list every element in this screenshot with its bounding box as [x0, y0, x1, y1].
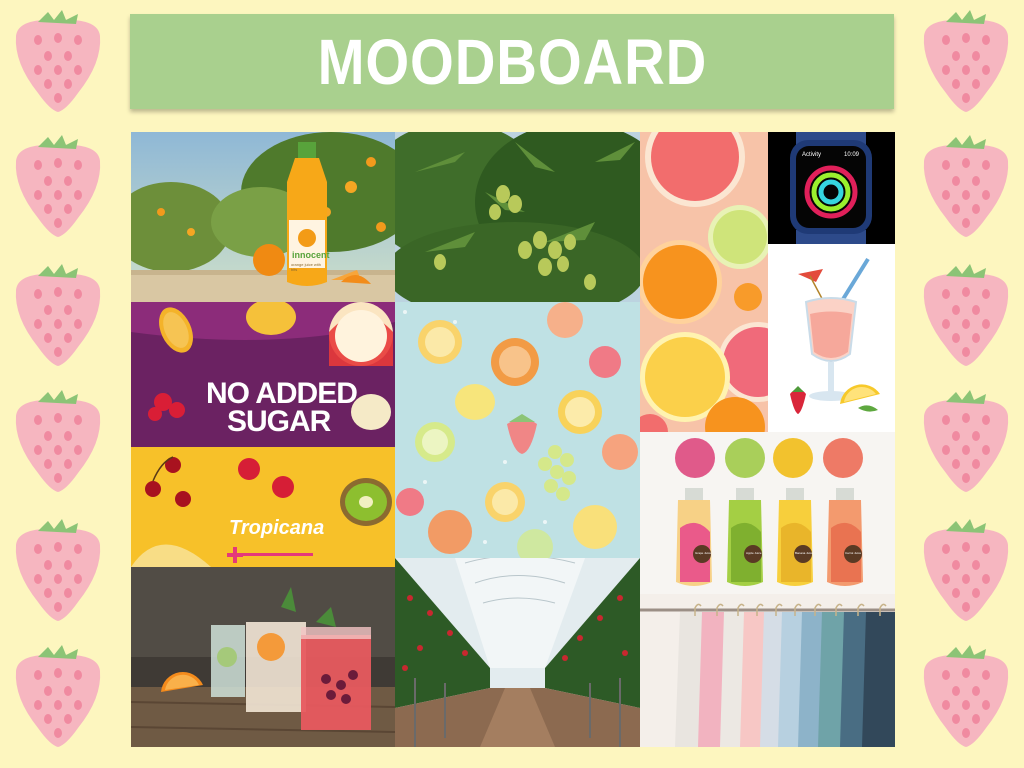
orchard-photo — [131, 132, 395, 302]
orange-icon — [640, 240, 722, 324]
lemon-icon — [455, 384, 495, 420]
tropicana-brand: Tropicana — [229, 517, 325, 539]
orange-icon — [298, 229, 316, 247]
page-title: MOODBOARD — [317, 25, 707, 98]
juice-bottles-photo — [640, 432, 895, 594]
strawberry-icon — [15, 645, 101, 747]
tile-cocktail-illustration — [768, 244, 895, 432]
strawberry-icon — [15, 390, 101, 492]
bottle-label-4: Carrot Juice — [845, 551, 862, 555]
strawberry-icon — [923, 519, 1009, 621]
tile-no-added-sugar: NO ADDED SUGAR — [131, 302, 395, 447]
mango-tree-photo — [395, 132, 640, 302]
clothes-rack-photo — [640, 594, 895, 747]
tile-citrus-slices — [640, 132, 768, 432]
apple-icon — [725, 438, 765, 478]
juice-subtext: orange juice with bits — [291, 262, 322, 272]
greenhouse-photo — [395, 558, 640, 747]
watch-time: 10:09 — [844, 152, 860, 158]
strawberry-icon — [923, 390, 1009, 492]
strawberry-column-left — [0, 0, 120, 768]
tile-cocktail-glasses — [131, 567, 395, 747]
tile-clothes-rack — [640, 594, 895, 747]
orange-icon — [253, 244, 285, 276]
cocktail-icon — [768, 244, 895, 432]
tile-tropicana: Tropicana — [131, 447, 395, 567]
watch-icon — [768, 132, 895, 244]
tile-fruit-pattern — [395, 302, 640, 558]
tile-smartwatch: Activity 10:09 — [768, 132, 895, 244]
strawberry-icon — [923, 10, 1009, 112]
grape-icon — [675, 438, 715, 478]
title-bar: MOODBOARD — [130, 14, 894, 109]
strawberry-icon — [15, 264, 101, 366]
cocktail-glasses-photo — [131, 567, 395, 747]
orange-icon — [418, 320, 462, 364]
tile-juice-bottles: Grape Juice Apple Juice Banana Juice Car… — [640, 432, 895, 594]
no-added-line2: SUGAR — [227, 405, 331, 438]
strawberry-icon — [15, 519, 101, 621]
strawberry-column-right — [904, 0, 1024, 768]
strawberry-icon — [923, 645, 1009, 747]
bottle-cap-icon — [298, 142, 316, 158]
bottle-label-2: Apple Juice — [746, 551, 762, 555]
tropicana-photo — [131, 447, 395, 567]
juice-brand-label: innocent — [292, 250, 330, 260]
bottle-label-1: Grape Juice — [695, 551, 712, 555]
strawberry-icon — [923, 135, 1009, 237]
strawberry-icon — [15, 135, 101, 237]
bottle-label-3: Banana Juice — [795, 551, 814, 555]
strawberry-icon — [15, 10, 101, 112]
tile-mango-tree — [395, 132, 640, 302]
tile-juice-bottle-orchard: innocent orange juice with bits — [131, 132, 395, 302]
apple-icon — [573, 505, 617, 549]
apple-icon — [329, 302, 393, 366]
fruit-pattern-illustration — [395, 302, 640, 558]
kiwi-icon — [340, 478, 392, 526]
no-added-line1: NO ADDED — [206, 377, 358, 410]
banana-icon — [773, 438, 813, 478]
strawberry-icon — [923, 264, 1009, 366]
watch-app-label: Activity — [802, 152, 822, 158]
citrus-photo — [640, 132, 768, 432]
carrot-icon — [823, 438, 863, 478]
tile-strawberry-greenhouse — [395, 558, 640, 747]
